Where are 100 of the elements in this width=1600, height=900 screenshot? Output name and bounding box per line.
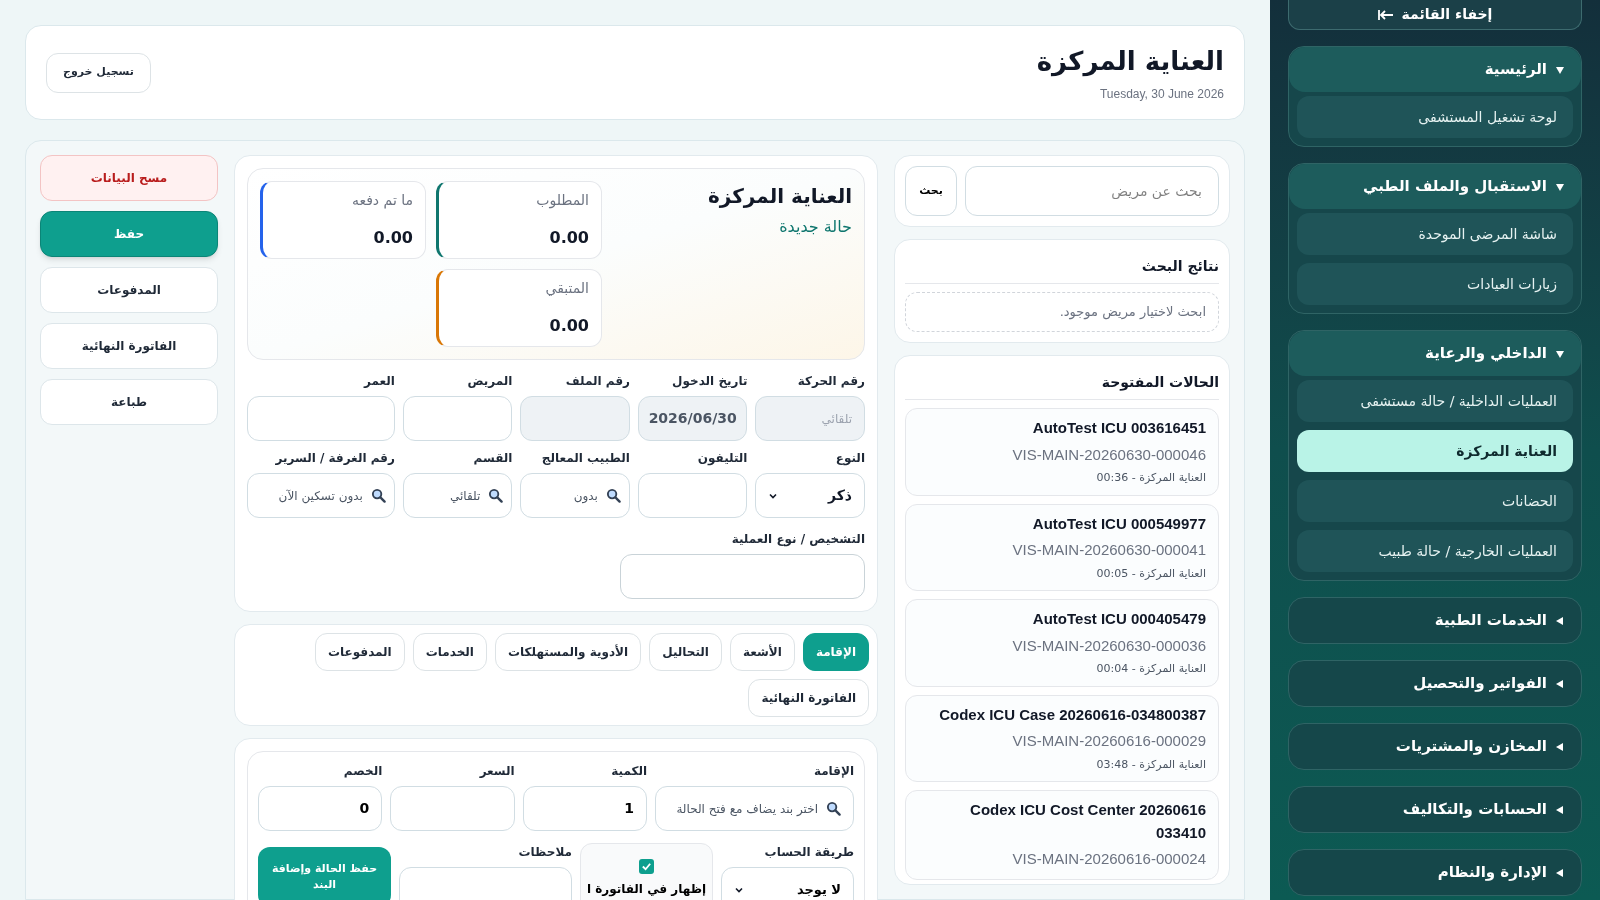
field-label: الإقامة: [812, 763, 854, 780]
field-value: بدون: [573, 487, 598, 505]
field-value: ذكر: [826, 486, 852, 506]
case-department-time: العناية المركزة - 00:36: [1095, 470, 1206, 486]
menu-group-header[interactable]: الإدارة والنظام: [1289, 850, 1581, 895]
field-label: رقم الغرفة / السرير: [274, 450, 395, 467]
date-text: Tuesday, 30 June 2026: [1098, 86, 1224, 103]
search-icon: [488, 488, 504, 503]
field-label: المريض: [466, 373, 513, 390]
field-placeholder: اختر بند يضاف مع فتح الحالة: [676, 800, 818, 818]
checkbox-label: إظهار في الفاتورة ا: [586, 880, 707, 898]
search-icon: [605, 488, 621, 503]
input-field[interactable]: [520, 396, 630, 441]
field-value: 2026/06/30: [648, 409, 737, 428]
checkbox[interactable]: [639, 858, 654, 874]
amount-value: 0.00: [548, 315, 589, 337]
search-icon: [370, 488, 386, 503]
field-label: التليفون: [696, 450, 748, 467]
action-button[interactable]: المدفوعات: [40, 267, 218, 313]
page-title: العناية المركزة: [1036, 45, 1224, 79]
input-field[interactable]: بدون تسكين الآن: [247, 473, 395, 518]
field-value: 0: [359, 799, 370, 818]
field-label: القسم: [472, 450, 513, 467]
caret-down-icon: [1555, 348, 1565, 359]
caret-left-icon: [1555, 867, 1565, 878]
input-field[interactable]: [247, 396, 395, 441]
visit-number: VIS-MAIN-20260630-000041: [1011, 540, 1206, 560]
tab[interactable]: الأشعة: [729, 633, 795, 671]
field-label: السعر: [478, 763, 515, 780]
case-department-time: العناية المركزة - 00:04: [1095, 661, 1206, 677]
menu-item[interactable]: العمليات الخارجية / حالة طبيب: [1297, 530, 1573, 572]
visit-number: VIS-MAIN-20260616-000029: [1011, 731, 1206, 751]
amount-label: ما تم دفعه: [350, 191, 413, 211]
input-field[interactable]: اختر بند يضاف مع فتح الحالة: [655, 786, 854, 831]
field-label: العمر: [362, 373, 395, 390]
amount-value: 0.00: [548, 227, 589, 249]
input-field[interactable]: تلقائي: [402, 473, 513, 518]
menu-group-header[interactable]: الحسابات والتكاليف: [1289, 787, 1581, 832]
section-title: نتائج البحث: [905, 250, 1219, 284]
input-field[interactable]: [637, 473, 748, 518]
caret-left-icon: [1555, 804, 1565, 815]
menu-item[interactable]: شاشة المرضى الموحدة: [1297, 213, 1573, 255]
logout-button[interactable]: تسجيل خروج: [46, 52, 151, 93]
action-button[interactable]: مسح البيانات: [40, 155, 218, 201]
case-department-time: العناية المركزة - 03:48: [1095, 756, 1206, 773]
case-card[interactable]: Codex ICU Cost Center 20260616 033410 VIS-MAIN-20260616-000024: [905, 790, 1219, 880]
select-field[interactable]: ذكر: [755, 473, 865, 518]
input-field[interactable]: 1: [522, 786, 648, 831]
menu-item[interactable]: الحضانات: [1297, 480, 1573, 522]
field-label: تاريخ الدخول: [671, 373, 748, 390]
tab[interactable]: التحاليل: [649, 633, 722, 671]
search-button[interactable]: بحث: [905, 166, 957, 216]
menu-group-header[interactable]: الرئيسية: [1289, 47, 1581, 92]
select-field[interactable]: لا يوجد: [721, 867, 854, 900]
collapse-arrow-icon: [1377, 8, 1394, 21]
section-title: الحالات المفتوحة: [905, 366, 1219, 400]
field-label: طريقة الحساب: [763, 844, 854, 861]
menu-item[interactable]: زيارات العيادات: [1297, 263, 1573, 305]
field-label: النوع: [834, 450, 865, 467]
hide-menu-button[interactable]: إخفاء القائمة: [1288, 0, 1582, 30]
field-value: تلقائي: [450, 487, 481, 505]
menu-group-header[interactable]: الاستقبال والملف الطبي: [1289, 164, 1581, 209]
tab[interactable]: الخدمات: [412, 633, 487, 671]
tab[interactable]: الأدوية والمستهلكات: [494, 633, 642, 671]
menu-group-header[interactable]: الخدمات الطبية: [1289, 598, 1581, 643]
input-field[interactable]: 2026/06/30: [637, 396, 748, 441]
tab[interactable]: الفاتورة النهائية: [748, 679, 869, 717]
field-label: الخصم: [342, 763, 383, 780]
search-icon: [826, 801, 841, 816]
menu-group-header[interactable]: المخازن والمشتريات: [1289, 724, 1581, 769]
input-field[interactable]: بدون: [520, 473, 630, 518]
action-button[interactable]: طباعة: [40, 379, 218, 425]
field-label: التشخيص / نوع العملية: [730, 531, 865, 548]
notes-field[interactable]: [399, 867, 572, 900]
case-name: AutoTest ICU 003616451: [1031, 418, 1206, 438]
caret-left-icon: [1555, 741, 1565, 752]
menu-group-header[interactable]: الفواتير والتحصيل: [1289, 661, 1581, 706]
caret-left-icon: [1555, 678, 1565, 689]
caret-down-icon: [1555, 181, 1565, 192]
menu-group-header[interactable]: الداخلي والرعاية: [1289, 331, 1581, 376]
menu-item[interactable]: العناية المركزة: [1297, 430, 1573, 472]
tab[interactable]: المدفوعات: [315, 633, 405, 671]
input-field[interactable]: 0: [258, 786, 383, 831]
search-field[interactable]: بحث عن مريض: [965, 166, 1219, 216]
empty-results-message: ابحث لاختيار مريض موجود.: [905, 292, 1219, 332]
caret-down-icon: [1555, 64, 1565, 75]
field-value: لا يوجد: [795, 880, 841, 899]
menu-item[interactable]: لوحة تشغيل المستشفى: [1297, 96, 1573, 138]
field-value: بدون تسكين الآن: [278, 487, 363, 505]
field-label: الكمية: [610, 763, 648, 780]
action-button[interactable]: الفاتورة النهائية: [40, 323, 218, 369]
field-label: الطبيب المعالج: [540, 450, 630, 467]
caret-left-icon: [1555, 615, 1565, 626]
field-placeholder: تلقائي: [820, 410, 852, 428]
case-name: Codex ICU Cost Center 20260616 033410: [969, 800, 1206, 843]
input-field[interactable]: [620, 554, 865, 599]
menu-item[interactable]: العمليات الداخلية / حالة مستشفى: [1297, 380, 1573, 422]
input-field[interactable]: [402, 396, 513, 441]
input-field[interactable]: [390, 786, 515, 831]
case-title: العناية المركزة: [706, 183, 852, 210]
